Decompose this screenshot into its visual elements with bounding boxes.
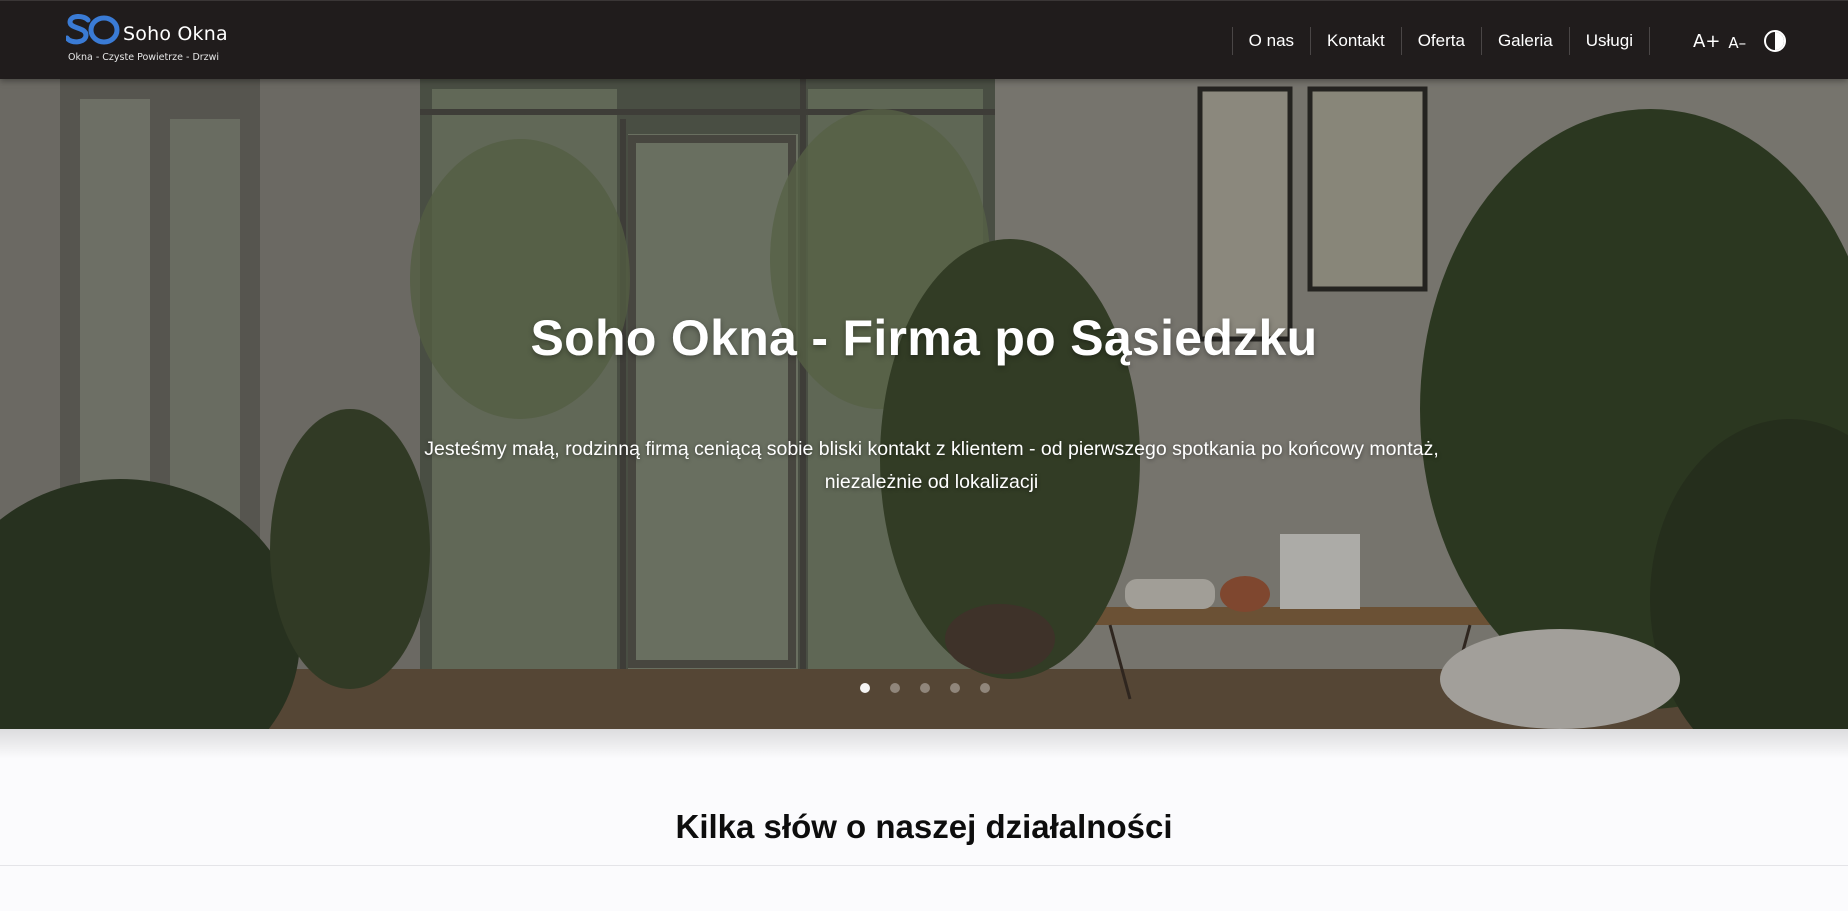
main-nav: O nas Kontakt Oferta Galeria Usługi <box>1231 27 1650 55</box>
section-divider <box>0 865 1848 866</box>
nav-item-galeria[interactable]: Galeria <box>1480 27 1569 55</box>
carousel-dot-5[interactable] <box>980 683 990 693</box>
nav-item-kontakt[interactable]: Kontakt <box>1310 27 1401 55</box>
brand-logo-link[interactable]: Soho Okna Okna - Czyste Powietrze - Drzw… <box>66 13 266 69</box>
top-navbar: Soho Okna Okna - Czyste Powietrze - Drzw… <box>0 0 1848 79</box>
accessibility-tools: A+ A– <box>1693 27 1787 55</box>
brand-name: Soho Okna <box>123 23 228 45</box>
hero-carousel: Soho Okna - Firma po Sąsiedzku Jesteśmy … <box>0 79 1848 729</box>
carousel-dot-4[interactable] <box>950 683 960 693</box>
font-increase-button[interactable]: A+ <box>1693 31 1720 52</box>
carousel-indicators <box>860 683 990 693</box>
font-decrease-button[interactable]: A– <box>1728 34 1746 52</box>
hero-description: Jesteśmy małą, rodzinną firmą ceniącą so… <box>424 438 1439 493</box>
about-section-title: Kilka słów o naszej działalności <box>675 808 1173 845</box>
so-logo-icon <box>66 14 120 45</box>
nav-item-oferta[interactable]: Oferta <box>1400 27 1481 55</box>
nav-item-o-nas[interactable]: O nas <box>1231 27 1310 55</box>
nav-item-uslugi[interactable]: Usługi <box>1568 27 1650 55</box>
carousel-dot-1[interactable] <box>860 683 870 693</box>
brand-tagline: Okna - Czyste Powietrze - Drzwi <box>68 52 220 63</box>
contrast-icon[interactable] <box>1764 30 1787 52</box>
carousel-dot-2[interactable] <box>890 683 900 693</box>
hero-title: Soho Okna - Firma po Sąsiedzku <box>530 310 1318 366</box>
carousel-dot-3[interactable] <box>920 683 930 693</box>
